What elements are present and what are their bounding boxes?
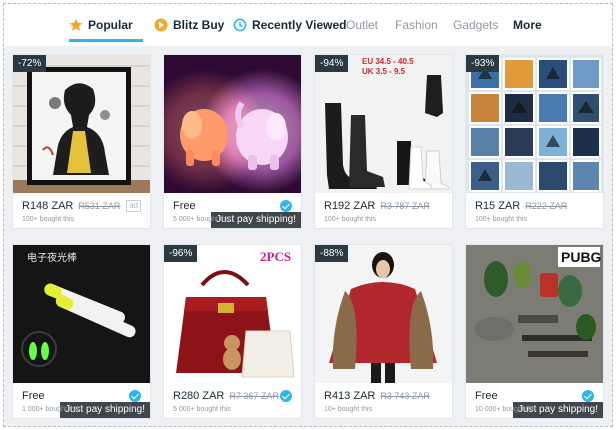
star-icon	[69, 18, 83, 32]
bought-count: 100+ bought this	[324, 216, 376, 223]
product-card[interactable]: -72% R148 ZAR R531 ZAR ad 100+ bought th…	[12, 54, 151, 229]
discount-badge: -88%	[315, 245, 349, 262]
product-card[interactable]: Just pay shipping! Free 5 000+ bought th…	[163, 54, 302, 229]
discount-badge: -94%	[315, 55, 349, 72]
price-row: R15 ZAR R222 ZAR	[475, 199, 595, 213]
tab-label: More	[513, 18, 542, 32]
price: R192 ZAR	[324, 200, 376, 212]
tab-more[interactable]: More	[513, 4, 542, 46]
product-card[interactable]: PUBG Just pay shipping! Free 10 000+ bou…	[465, 244, 604, 419]
product-card[interactable]: 电子夜光棒 Just pay shipping! Free 1 000+ bou…	[12, 244, 151, 419]
original-price: R222 ZAR	[525, 201, 568, 211]
product-card[interactable]: -88% R413 ZAR R3 743 ZAR 10+ bought this	[314, 244, 453, 419]
original-price: R7 367 ZAR	[229, 391, 279, 401]
original-price: R3 743 ZAR	[380, 391, 430, 401]
ad-badge: ad	[126, 200, 141, 212]
price: R413 ZAR	[324, 390, 376, 402]
product-card[interactable]: -93% R15 ZAR R222 ZAR 100+ bought this	[465, 54, 604, 229]
original-price: R531 ZAR	[78, 201, 121, 211]
verified-check-icon	[129, 390, 141, 402]
price-row: R192 ZAR R3 787 ZAR	[324, 199, 444, 213]
bought-count: 100+ bought this	[475, 216, 527, 223]
product-image: PUBG	[466, 245, 603, 383]
price: R148 ZAR	[22, 200, 74, 212]
product-image	[164, 55, 301, 193]
original-price: R3 787 ZAR	[380, 201, 430, 211]
bought-count: 1 000+ bought this	[22, 406, 80, 413]
bought-count: 100+ bought this	[22, 216, 74, 223]
tab-label: Popular	[88, 18, 133, 32]
size-text-uk: UK 3.5 - 9.5	[362, 67, 406, 76]
discount-badge: -93%	[466, 55, 500, 72]
tab-label: Blitz Buy	[173, 18, 225, 32]
price-row: R413 ZAR R3 743 ZAR	[324, 389, 444, 403]
price: R15 ZAR	[475, 200, 521, 212]
tab-label: Outlet	[346, 18, 379, 32]
bought-count: 10+ bought this	[324, 406, 373, 413]
price: Free	[475, 390, 498, 402]
tab-label: Gadgets	[453, 18, 499, 32]
tab-fashion[interactable]: Fashion	[395, 4, 438, 46]
product-image	[315, 245, 452, 383]
price: Free	[22, 390, 45, 402]
product-image-text: 2PCS	[260, 249, 291, 264]
size-text-eu: EU 34.5 - 40.5	[362, 57, 414, 66]
price: R280 ZAR	[173, 390, 225, 402]
product-card[interactable]: EU 34.5 - 40.5 UK 3.5 - 9.5 -94% R192 ZA…	[314, 54, 453, 229]
discount-badge: -96%	[164, 245, 198, 262]
bought-count: 10 000+ bought this	[475, 406, 537, 413]
price-row: Free	[173, 199, 293, 213]
product-image	[466, 55, 603, 193]
verified-check-icon	[280, 200, 292, 212]
product-image: EU 34.5 - 40.5 UK 3.5 - 9.5	[315, 55, 452, 193]
tab-label: Fashion	[395, 18, 438, 32]
clock-icon	[233, 18, 247, 32]
product-image-text: PUBG	[561, 249, 602, 265]
discount-badge: -72%	[13, 55, 47, 72]
price-row: Free	[475, 389, 595, 403]
tab-blitz-buy[interactable]: Blitz Buy	[154, 4, 224, 46]
active-tab-underline	[69, 39, 143, 42]
price: Free	[173, 200, 196, 212]
product-image-text: 电子夜光棒	[27, 251, 77, 264]
bought-count: 5 000+ bought this	[173, 406, 231, 413]
page-frame: Popular Blitz Buy Recently Viewed Outlet…	[3, 3, 613, 427]
category-tabs: Popular Blitz Buy Recently Viewed Outlet…	[4, 4, 612, 46]
price-row: R280 ZAR R7 367 ZAR	[173, 389, 293, 403]
product-card[interactable]: 2PCS -96% R280 ZAR R7 367 ZAR 5 000+ bou…	[163, 244, 302, 419]
product-image	[13, 55, 150, 193]
product-image: 2PCS	[164, 245, 301, 383]
tab-gadgets[interactable]: Gadgets	[453, 4, 498, 46]
blitz-icon	[154, 18, 168, 32]
price-row: Free	[22, 389, 142, 403]
tab-recently-viewed[interactable]: Recently Viewed	[233, 4, 347, 46]
price-row: R148 ZAR R531 ZAR	[22, 199, 142, 213]
product-image: 电子夜光棒	[13, 245, 150, 383]
verified-check-icon	[582, 390, 594, 402]
tab-outlet[interactable]: Outlet	[346, 4, 378, 46]
bought-count: 5 000+ bought this	[173, 216, 231, 223]
tab-label: Recently Viewed	[252, 18, 347, 32]
verified-check-icon	[280, 390, 292, 402]
